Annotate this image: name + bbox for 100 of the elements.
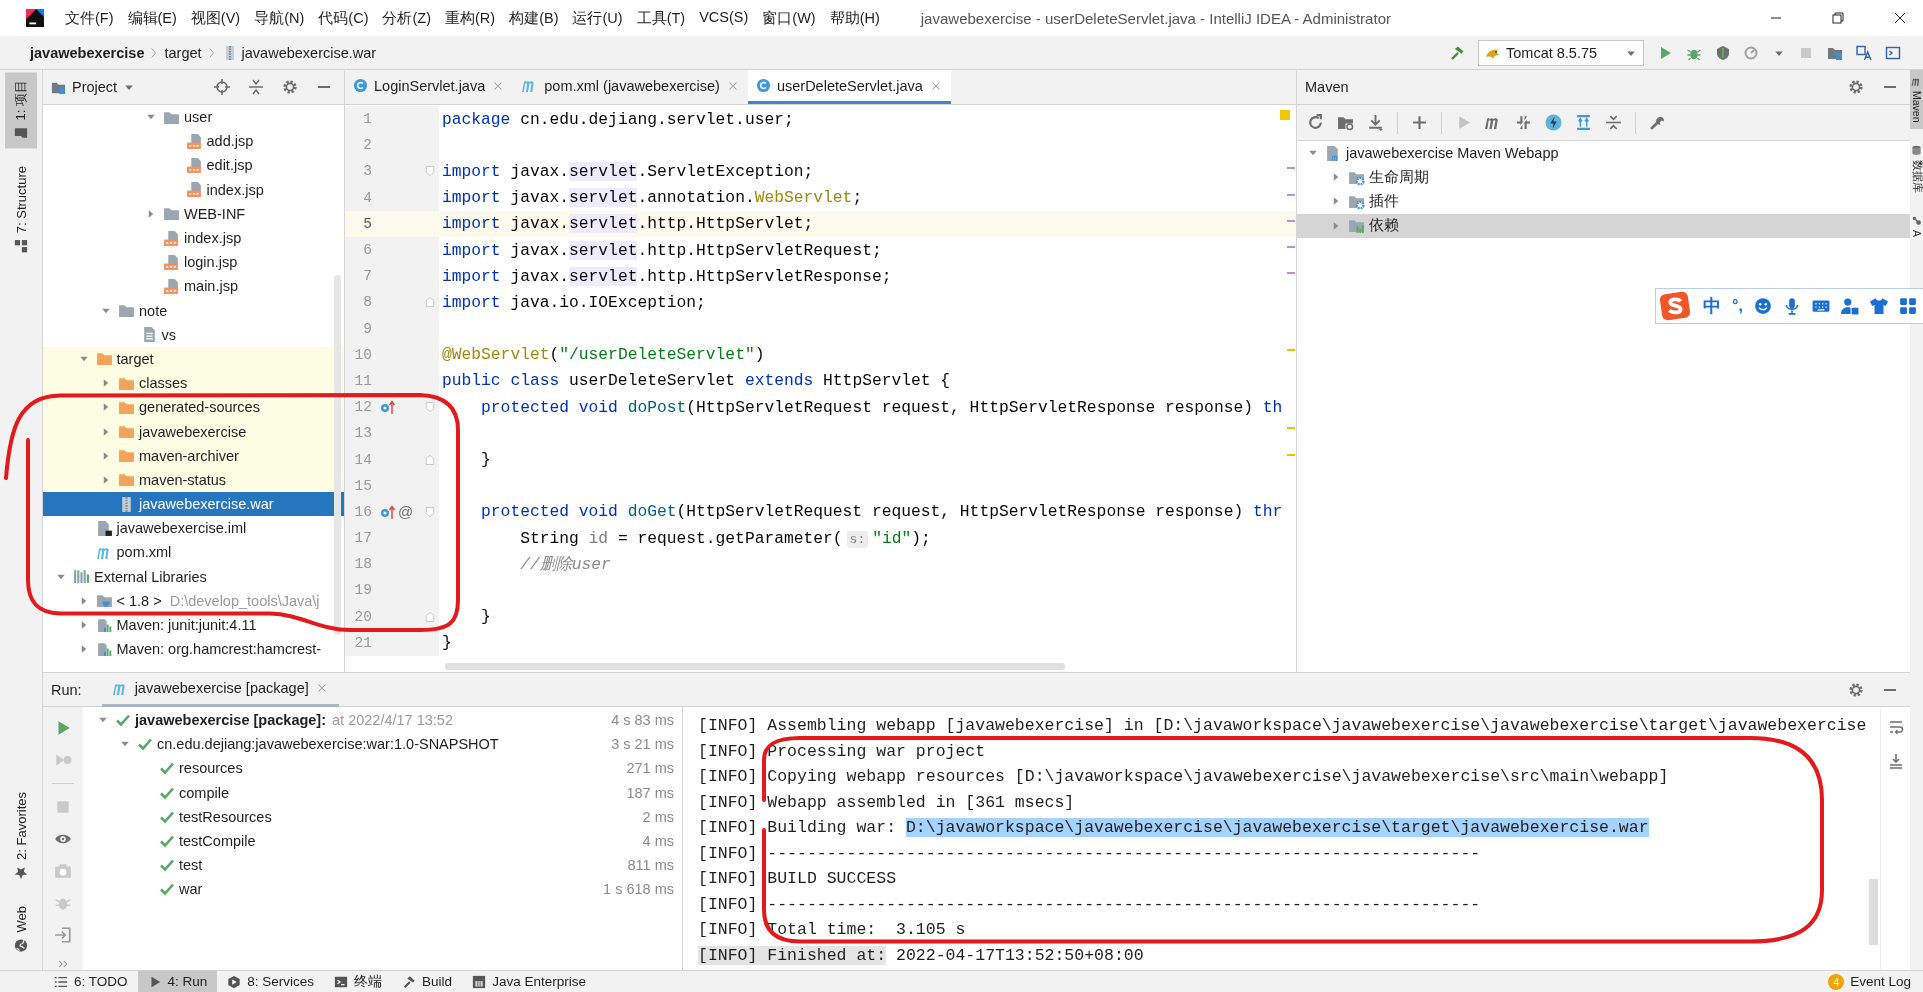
keyboard-icon[interactable] xyxy=(1811,297,1830,315)
tree-item[interactable]: add.jsp xyxy=(43,129,344,154)
tree-item[interactable]: javawebexercise xyxy=(43,419,344,444)
menu-item[interactable]: 编辑(E) xyxy=(120,8,184,28)
tree-item[interactable]: maven-archiver xyxy=(43,443,344,468)
soft-wrap-icon[interactable] xyxy=(1887,719,1904,735)
download-icon[interactable] xyxy=(1367,114,1384,131)
menu-item[interactable]: 文件(F) xyxy=(58,8,121,28)
tree-item[interactable]: javawebexercise Maven Webapp xyxy=(1297,141,1910,166)
tree-item[interactable]: 依赖 xyxy=(1297,213,1910,238)
error-stripe-mark[interactable] xyxy=(1287,167,1295,170)
tree-item[interactable]: Maven: org.hamcrest:hamcrest- xyxy=(43,637,344,662)
override-gutter-icon[interactable] xyxy=(380,399,396,416)
settings-icon[interactable] xyxy=(282,79,298,95)
fold-marker-icon[interactable] xyxy=(423,610,436,623)
reload-icon[interactable] xyxy=(1307,114,1324,131)
collapse-all-icon[interactable] xyxy=(1605,114,1622,131)
tool-window-tab[interactable]: Web xyxy=(5,897,37,960)
tool-window-tab[interactable]: Maven xyxy=(1910,70,1923,129)
breadcrumb[interactable]: javawebexercise.war xyxy=(221,44,377,61)
editor-tab[interactable]: LoginServlet.java xyxy=(345,70,514,104)
error-stripe-mark[interactable] xyxy=(1287,427,1295,430)
punctuation-toggle[interactable]: °, xyxy=(1732,297,1743,315)
wrench-icon[interactable] xyxy=(1649,114,1666,131)
settings-icon[interactable] xyxy=(1848,681,1864,698)
tree-item[interactable]: index.jsp xyxy=(43,225,344,251)
close-icon[interactable] xyxy=(1892,10,1908,26)
menu-item[interactable]: 视图(V) xyxy=(183,8,248,28)
ime-mode-label[interactable]: 中 xyxy=(1703,294,1721,318)
tree-item[interactable]: user xyxy=(43,105,344,130)
tree-item[interactable]: Maven: junit:junit:4.11 xyxy=(43,612,344,638)
tool-window-tab[interactable]: 7: Structure xyxy=(5,158,37,262)
tree-item[interactable]: javawebexercise [package]: at 2022/4/17 13:52 4 s 83 ms xyxy=(83,708,682,733)
collapse-icon[interactable] xyxy=(248,79,264,95)
fold-marker-icon[interactable] xyxy=(423,505,436,518)
tool-window-tab[interactable]: 1: 项目 xyxy=(5,72,37,149)
app-logo-icon[interactable] xyxy=(26,9,44,27)
tool-window-tab[interactable]: 8: Services xyxy=(217,970,325,992)
tree-item[interactable]: < 1.8 > D:\develop_tools\Java\j xyxy=(43,588,344,613)
menu-item[interactable]: 构建(B) xyxy=(502,8,566,28)
menu-item[interactable]: 窗口(W) xyxy=(755,8,823,28)
tree-item[interactable]: classes xyxy=(43,371,344,396)
tree-item[interactable]: testCompile 4 ms xyxy=(83,828,682,854)
tree-item[interactable]: pom.xml xyxy=(43,540,344,565)
folder-reload-icon[interactable] xyxy=(1337,114,1354,131)
error-stripe-mark[interactable] xyxy=(1287,348,1295,351)
menu-item[interactable]: 工具(T) xyxy=(629,8,693,28)
settings-icon[interactable] xyxy=(1848,79,1864,95)
run-config-dropdown[interactable]: Tomcat 8.5.75 xyxy=(1478,39,1644,66)
error-stripe-mark[interactable] xyxy=(1287,219,1295,222)
fold-marker-icon[interactable] xyxy=(423,296,436,309)
translate-icon[interactable] xyxy=(1856,44,1872,61)
gutter-mark[interactable]: @ xyxy=(398,503,414,521)
breadcrumb[interactable]: javawebexercise xyxy=(30,44,145,61)
tree-item[interactable]: 生命周期 xyxy=(1297,165,1910,190)
tool-window-tab[interactable]: Build xyxy=(392,970,463,992)
tree-item[interactable]: 插件 xyxy=(1297,189,1910,214)
console-icon[interactable] xyxy=(1885,44,1901,61)
menu-item[interactable]: 分析(Z) xyxy=(375,8,438,28)
tree-item[interactable]: External Libraries xyxy=(43,564,344,589)
more-icon[interactable] xyxy=(57,958,69,970)
tree-item[interactable]: testResources 2 ms xyxy=(83,804,682,829)
ime-logo-icon[interactable] xyxy=(1660,291,1690,321)
tree-item[interactable]: war 1 s 618 ms xyxy=(83,877,682,902)
lightning-icon[interactable] xyxy=(1545,114,1562,131)
person-icon[interactable] xyxy=(1840,297,1859,315)
skip-tests-icon[interactable] xyxy=(1515,114,1532,131)
error-stripe-mark[interactable] xyxy=(1287,193,1295,196)
restore-icon[interactable] xyxy=(1830,10,1846,26)
tool-window-tab[interactable]: 6: TODO xyxy=(44,970,138,992)
tool-window-tab[interactable]: 2: Favorites xyxy=(5,783,37,888)
tree-item[interactable]: main.jsp xyxy=(43,274,344,299)
shirt-icon[interactable] xyxy=(1869,297,1888,315)
tree-item[interactable]: compile 187 ms xyxy=(83,780,682,805)
breadcrumb[interactable]: target xyxy=(164,44,202,61)
emoji-icon[interactable] xyxy=(1753,297,1772,315)
tree-item[interactable]: maven-status xyxy=(43,467,344,492)
tree-item[interactable]: resources 271 ms xyxy=(83,756,682,781)
tree-item[interactable]: login.jsp xyxy=(43,250,344,275)
tree-item[interactable]: WEB-INF xyxy=(43,201,344,226)
scroll-to-end-icon[interactable] xyxy=(1887,753,1904,769)
tree-item[interactable]: note xyxy=(43,298,344,323)
menu-item[interactable]: VCS(S) xyxy=(692,8,756,28)
tree-item[interactable]: vs xyxy=(43,322,344,347)
fold-marker-icon[interactable] xyxy=(423,453,436,466)
fold-marker-icon[interactable] xyxy=(423,165,436,178)
tree-item[interactable]: target xyxy=(43,346,344,372)
tree-item[interactable]: test 811 ms xyxy=(83,853,682,878)
locate-icon[interactable] xyxy=(214,79,230,95)
error-stripe-mark[interactable] xyxy=(1287,272,1295,275)
editor-tab[interactable]: pom.xml (javawebexercise) xyxy=(513,70,748,104)
tool-window-tab[interactable]: Java Enterprise xyxy=(462,970,596,992)
tree-item[interactable]: edit.jsp xyxy=(43,153,344,178)
tool-window-tab[interactable]: A xyxy=(1910,208,1923,243)
tree-item[interactable]: javawebexercise.war xyxy=(43,492,344,517)
error-stripe-mark[interactable] xyxy=(1287,453,1295,456)
editor-tab[interactable]: userDeleteServlet.java xyxy=(747,70,951,104)
grid-icon[interactable] xyxy=(1898,297,1917,315)
fold-marker-icon[interactable] xyxy=(423,401,436,414)
tree-item[interactable]: javawebexercise.iml xyxy=(43,516,344,541)
